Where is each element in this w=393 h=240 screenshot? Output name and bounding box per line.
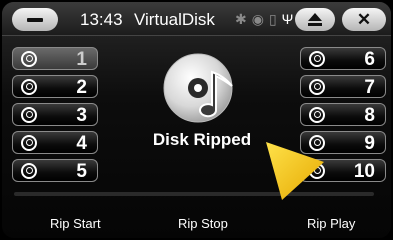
track-button-8[interactable]: 8 — [300, 103, 386, 126]
status-bar: 13:43 VirtualDisk ✱ ◉ ▯ Ψ ✕ — [2, 2, 391, 36]
disc-icon — [21, 106, 37, 123]
track-number: 5 — [76, 161, 87, 182]
track-number: 6 — [364, 49, 375, 70]
disc-icon — [21, 162, 37, 179]
app-title: VirtualDisk — [134, 10, 215, 29]
track-button-3[interactable]: 3 — [12, 103, 98, 126]
rip-stop-button[interactable]: Rip Stop — [178, 216, 228, 231]
music-cd-icon — [163, 53, 233, 123]
track-button-6[interactable]: 6 — [300, 47, 386, 70]
minimize-button[interactable] — [12, 8, 58, 31]
disc-icon — [309, 106, 325, 123]
track-button-4[interactable]: 4 — [12, 131, 98, 154]
disc-icon: ◉ — [251, 11, 264, 27]
track-number: 2 — [76, 77, 87, 98]
track-number: 9 — [364, 133, 375, 154]
track-button-2[interactable]: 2 — [12, 75, 98, 98]
track-number: 8 — [364, 105, 375, 126]
track-number: 4 — [76, 133, 87, 154]
track-number: 7 — [364, 77, 375, 98]
disc-icon — [309, 78, 325, 95]
pointer-arrow-icon — [266, 142, 324, 200]
disc-icon — [309, 50, 325, 67]
track-number: 10 — [353, 161, 375, 182]
clock: 13:43 — [80, 10, 123, 29]
usb-icon: Ψ — [281, 11, 294, 27]
track-button-1[interactable]: 1 — [12, 47, 98, 70]
sd-card-icon: ▯ — [268, 11, 277, 27]
rip-start-button[interactable]: Rip Start — [50, 216, 101, 231]
track-button-7[interactable]: 7 — [300, 75, 386, 98]
disc-icon — [21, 134, 37, 151]
eject-button[interactable] — [295, 8, 335, 31]
minus-icon — [27, 17, 43, 22]
status-icons: ✱ ◉ ▯ Ψ — [235, 10, 293, 28]
screen-frame: 13:43 VirtualDisk ✱ ◉ ▯ Ψ ✕ 1 2 3 4 5 6 … — [2, 2, 391, 238]
disc-icon — [21, 78, 37, 95]
disc-icon — [21, 50, 37, 67]
rip-play-button[interactable]: Rip Play — [307, 216, 355, 231]
close-button[interactable]: ✕ — [342, 8, 386, 31]
track-button-5[interactable]: 5 — [12, 159, 98, 182]
track-number: 1 — [76, 49, 87, 70]
track-number: 3 — [76, 105, 87, 126]
bluetooth-icon: ✱ — [235, 11, 247, 27]
eject-icon — [308, 13, 322, 26]
